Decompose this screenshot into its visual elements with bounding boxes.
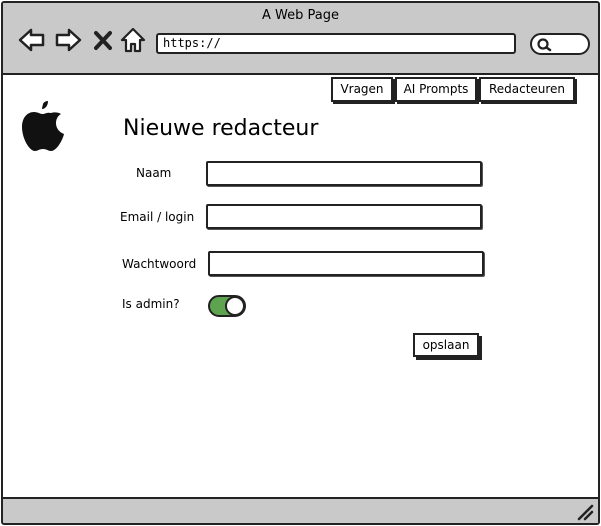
email-label: Email / login	[120, 210, 195, 224]
page-title: Nieuwe redacteur	[123, 116, 319, 141]
email-field[interactable]	[206, 204, 482, 229]
tab-vragen[interactable]: Vragen	[331, 77, 393, 102]
resize-handle-icon[interactable]	[576, 503, 594, 521]
close-x-icon[interactable]	[91, 25, 115, 55]
toggle-knob	[225, 296, 245, 316]
url-bar[interactable]: https://	[156, 33, 516, 54]
name-field[interactable]	[206, 161, 482, 186]
browser-statusbar	[3, 497, 598, 523]
save-button[interactable]: opslaan	[413, 333, 479, 357]
apple-logo-icon	[22, 101, 64, 151]
forward-arrow-icon[interactable]	[53, 25, 83, 55]
tab-ai-prompts[interactable]: AI Prompts	[395, 77, 477, 102]
back-arrow-icon[interactable]	[17, 25, 47, 55]
admin-label: Is admin?	[122, 297, 180, 311]
home-icon[interactable]	[118, 25, 148, 55]
name-label: Naam	[136, 166, 172, 180]
tab-redacteuren[interactable]: Redacteuren	[479, 77, 575, 102]
search-icon	[537, 38, 552, 52]
password-field[interactable]	[208, 251, 484, 276]
admin-toggle[interactable]	[208, 295, 246, 317]
browser-titlebar: A Web Page https://	[3, 3, 598, 75]
browser-search-box[interactable]	[530, 33, 590, 55]
password-label: Wachtwoord	[122, 257, 197, 271]
browser-window: A Web Page https:// Vragen AI Prompts Re…	[1, 1, 600, 525]
window-title: A Web Page	[262, 8, 339, 23]
